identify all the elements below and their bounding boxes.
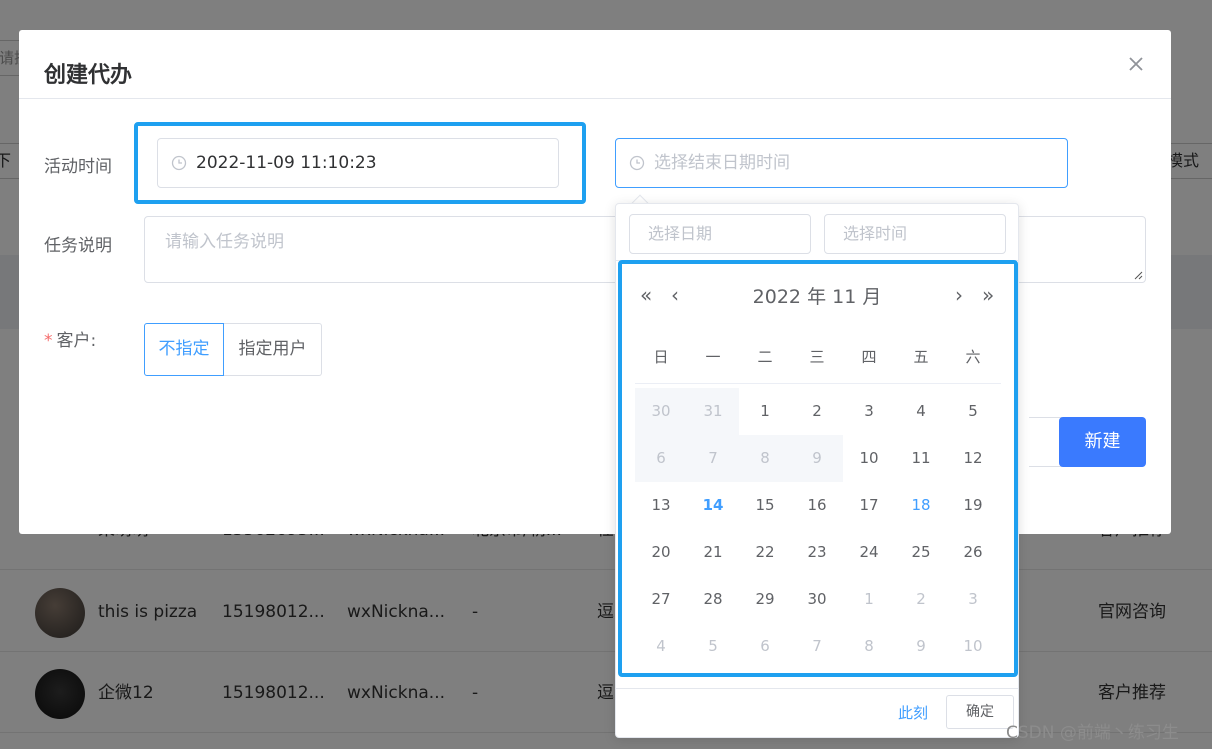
start-datetime-value: 2022-11-09 11:10:23 xyxy=(196,153,377,173)
day-cell: 9 xyxy=(791,435,843,482)
task-desc-placeholder: 请输入任务说明 xyxy=(165,232,284,252)
day-cell[interactable]: 17 xyxy=(843,482,895,529)
day-cell[interactable]: 29 xyxy=(739,576,791,623)
next-month-icon[interactable]: › xyxy=(955,284,963,306)
day-cell[interactable]: 27 xyxy=(635,576,687,623)
day-cell[interactable]: 7 xyxy=(791,623,843,670)
weekday-label: 三 xyxy=(809,348,825,366)
day-cell[interactable]: 3 xyxy=(843,388,895,435)
weekday-label: 二 xyxy=(757,348,773,366)
day-cell[interactable]: 26 xyxy=(947,529,999,576)
day-cell[interactable]: 30 xyxy=(791,576,843,623)
end-datetime-placeholder: 选择结束日期时间 xyxy=(654,153,790,173)
now-link[interactable]: 此刻 xyxy=(898,702,928,723)
day-cell[interactable]: 15 xyxy=(739,482,791,529)
day-cell: 30 xyxy=(635,388,687,435)
day-cell[interactable]: 5 xyxy=(687,623,739,670)
picker-divider xyxy=(616,260,1018,261)
customer-option-unspecified[interactable]: 不指定 xyxy=(144,323,224,376)
day-cell[interactable]: 1 xyxy=(843,576,895,623)
weekday-label: 日 xyxy=(653,348,669,366)
calendar-grid: 日 一 二 三 四 五 六 30 31 1 2 3 4 5 6 7 8 9 10 11 12 13 14 15 1… xyxy=(635,334,1001,663)
day-cell[interactable]: 10 xyxy=(947,623,999,670)
week-row: 13 14 15 16 17 18 19 xyxy=(635,482,1001,529)
day-rows: 30 31 1 2 3 4 5 6 7 8 9 10 11 12 13 14 15 16 17 18 19 20 21 22 2… xyxy=(635,388,1001,670)
clock-icon xyxy=(171,155,187,171)
day-cell[interactable]: 8 xyxy=(843,623,895,670)
day-cell[interactable]: 28 xyxy=(687,576,739,623)
day-cell: 6 xyxy=(635,435,687,482)
prev-year-icon[interactable]: « xyxy=(640,284,652,306)
day-cell[interactable]: 11 xyxy=(895,435,947,482)
resize-grip-icon[interactable] xyxy=(1133,270,1143,280)
weekday-label: 六 xyxy=(965,348,981,366)
picker-footer: 此刻 确定 xyxy=(616,688,1018,738)
day-cell[interactable]: 13 xyxy=(635,482,687,529)
day-cell[interactable]: 21 xyxy=(687,529,739,576)
day-cell: 8 xyxy=(739,435,791,482)
day-cell[interactable]: 14 xyxy=(687,482,739,529)
day-cell[interactable]: 4 xyxy=(895,388,947,435)
customer-option-specific-user[interactable]: 指定用户 xyxy=(224,323,322,376)
required-mark: * xyxy=(44,331,53,351)
create-button[interactable]: 新建 xyxy=(1059,417,1146,467)
next-year-icon[interactable]: » xyxy=(982,284,994,306)
day-cell[interactable]: 16 xyxy=(791,482,843,529)
picker-date-input[interactable]: 选择日期 xyxy=(629,214,811,254)
day-cell[interactable]: 25 xyxy=(895,529,947,576)
activity-time-label: 活动时间 xyxy=(44,157,112,177)
day-cell[interactable]: 12 xyxy=(947,435,999,482)
week-row: 30 31 1 2 3 4 5 xyxy=(635,388,1001,435)
day-cell[interactable]: 19 xyxy=(947,482,999,529)
picker-time-input[interactable]: 选择时间 xyxy=(824,214,1006,254)
week-row: 20 21 22 23 24 25 26 xyxy=(635,529,1001,576)
day-cell[interactable]: 1 xyxy=(739,388,791,435)
day-cell[interactable]: 4 xyxy=(635,623,687,670)
prev-month-icon[interactable]: ‹ xyxy=(671,284,679,306)
day-cell[interactable]: 23 xyxy=(791,529,843,576)
day-cell[interactable]: 3 xyxy=(947,576,999,623)
day-cell: 31 xyxy=(687,388,739,435)
day-cell[interactable]: 22 xyxy=(739,529,791,576)
weekday-header: 日 一 二 三 四 五 六 xyxy=(635,334,1001,384)
dialog-divider xyxy=(19,98,1171,99)
week-row: 4 5 6 7 8 9 10 xyxy=(635,623,1001,670)
day-cell[interactable]: 10 xyxy=(843,435,895,482)
day-cell[interactable]: 5 xyxy=(947,388,999,435)
start-datetime-input[interactable]: 2022-11-09 11:10:23 xyxy=(157,138,559,188)
week-row: 6 7 8 9 10 11 12 xyxy=(635,435,1001,482)
day-cell[interactable]: 18 xyxy=(895,482,947,529)
day-cell: 7 xyxy=(687,435,739,482)
close-icon[interactable] xyxy=(1124,52,1148,76)
week-row: 27 28 29 30 1 2 3 xyxy=(635,576,1001,623)
weekday-label: 四 xyxy=(861,348,877,366)
confirm-button[interactable]: 确定 xyxy=(946,695,1014,729)
day-cell[interactable]: 20 xyxy=(635,529,687,576)
dialog-title: 创建代办 xyxy=(44,63,133,88)
day-cell[interactable]: 2 xyxy=(791,388,843,435)
clock-icon xyxy=(629,155,645,171)
day-cell[interactable]: 9 xyxy=(895,623,947,670)
end-datetime-input[interactable]: 选择结束日期时间 xyxy=(615,138,1068,188)
day-cell[interactable]: 2 xyxy=(895,576,947,623)
day-cell[interactable]: 6 xyxy=(739,623,791,670)
datetime-picker-panel: 选择日期 选择时间 2022 年 11 月 « ‹ › » 日 一 二 三 四 … xyxy=(615,203,1019,738)
customer-label: * 客户: xyxy=(44,326,96,351)
weekday-label: 五 xyxy=(913,348,929,366)
watermark: CSDN @前端丶练习生 xyxy=(1006,723,1179,743)
day-cell[interactable]: 24 xyxy=(843,529,895,576)
weekday-label: 一 xyxy=(705,348,721,366)
customer-label-text: 客户: xyxy=(56,331,97,351)
task-desc-label: 任务说明 xyxy=(44,236,112,256)
weekday-divider xyxy=(635,383,1001,384)
